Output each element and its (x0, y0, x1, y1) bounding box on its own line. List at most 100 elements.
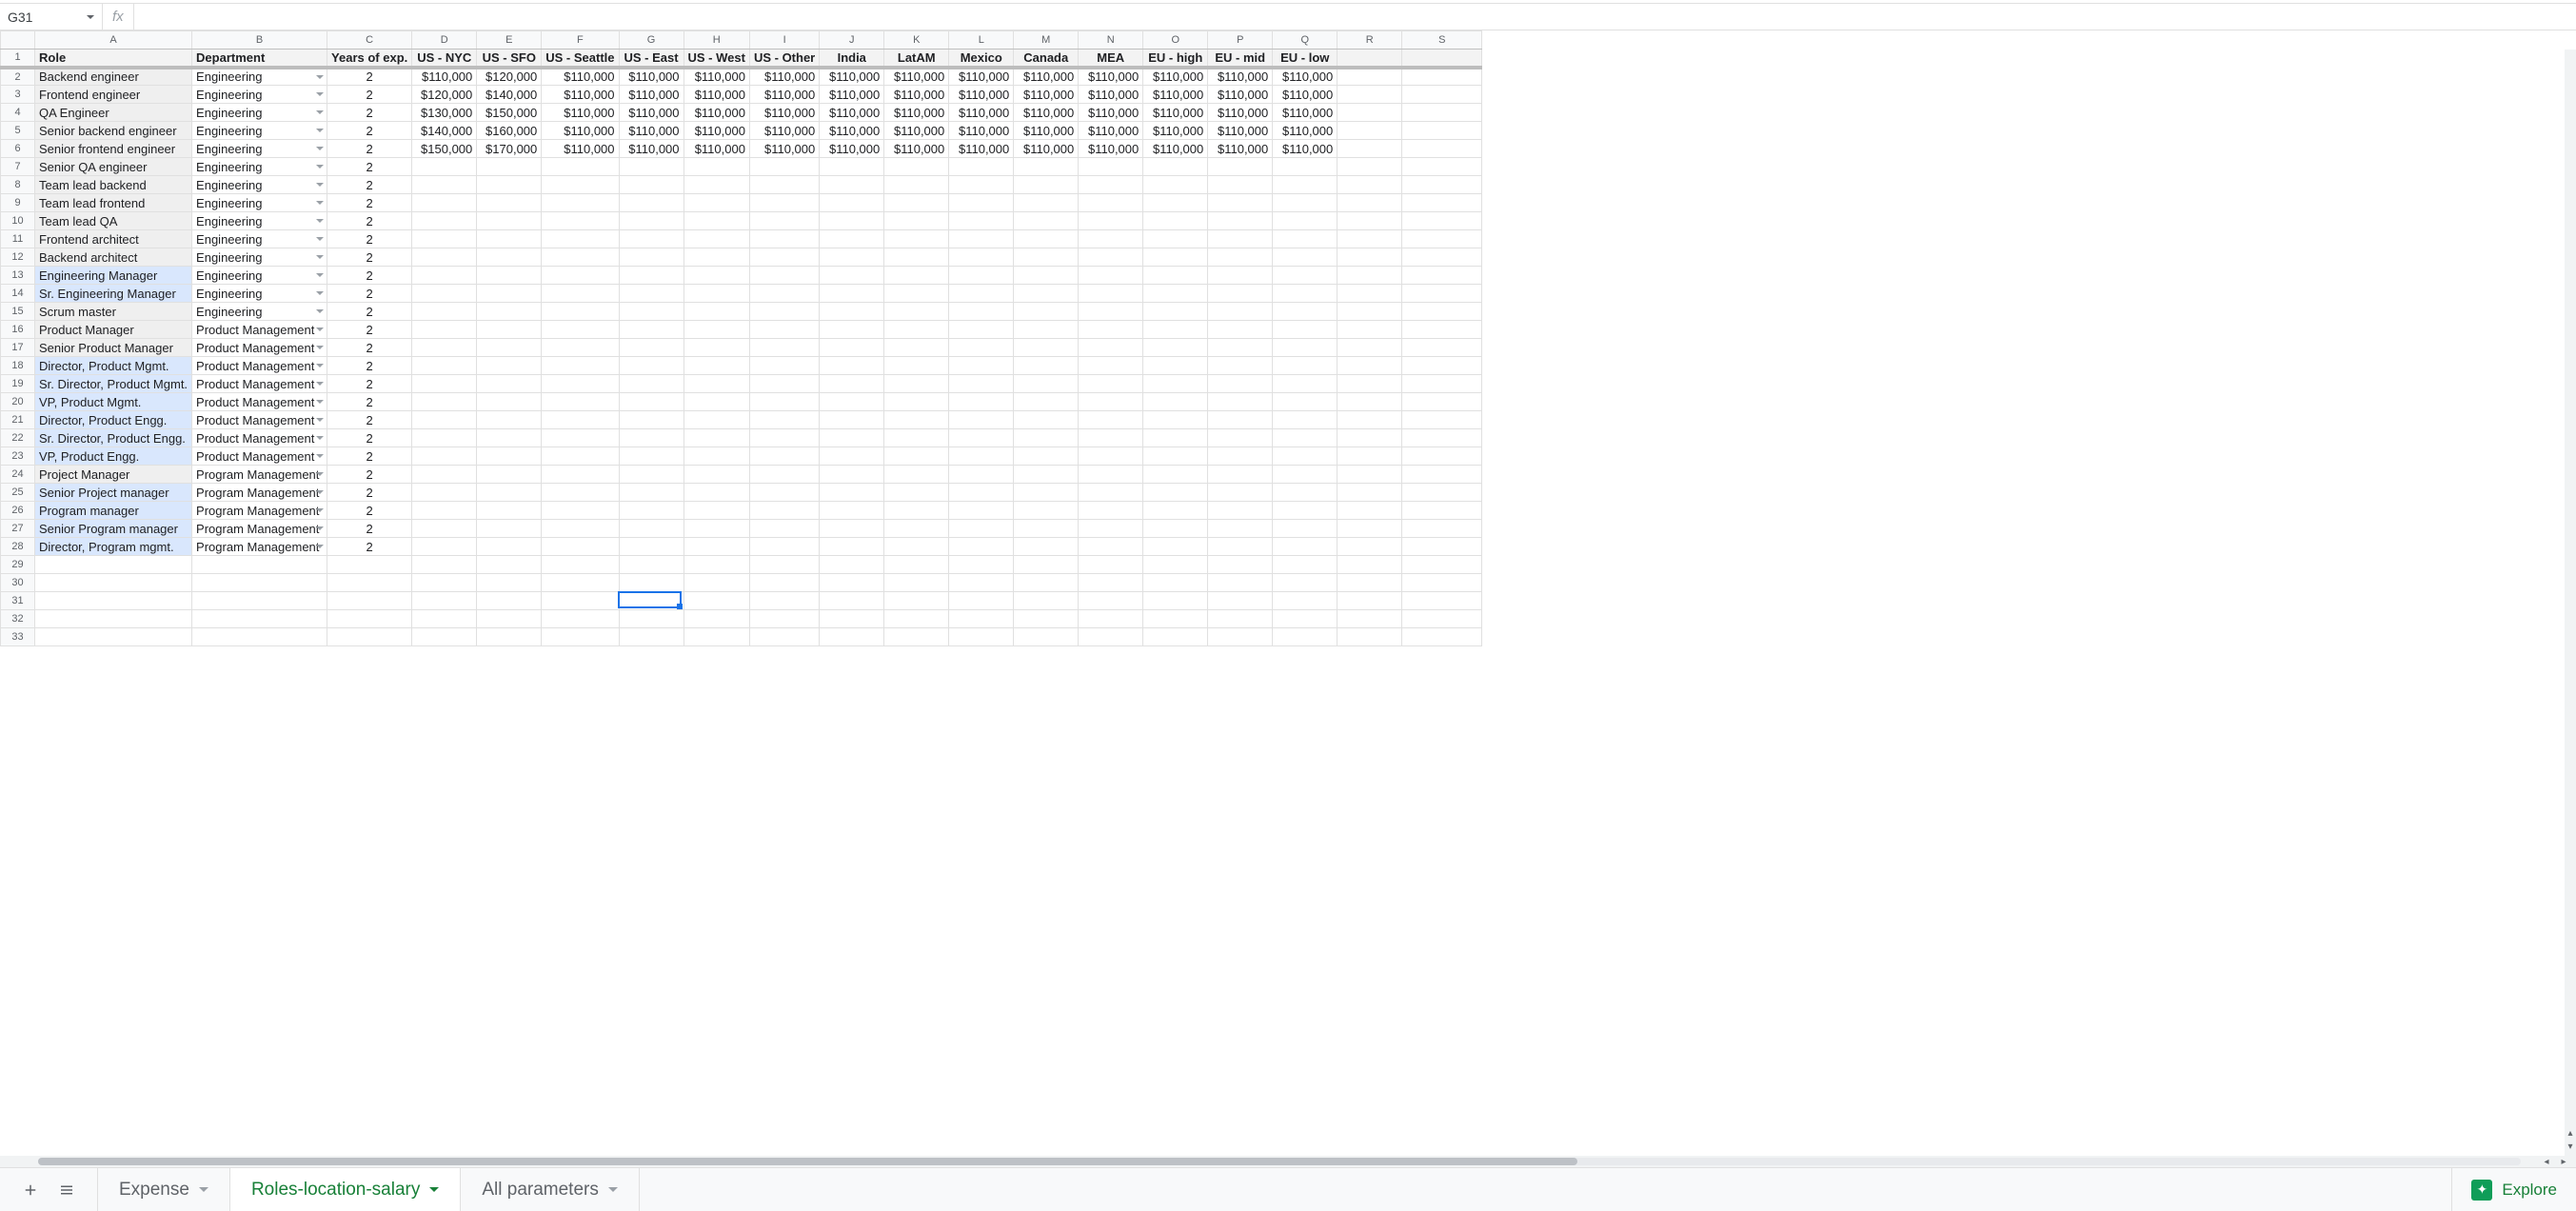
role-cell[interactable]: Sr. Engineering Manager (35, 285, 192, 303)
salary-cell[interactable]: $110,000 (749, 122, 819, 140)
chevron-down-icon[interactable] (316, 237, 324, 241)
all-sheets-button[interactable] (57, 1181, 76, 1200)
salary-cell[interactable] (1079, 267, 1143, 285)
empty-cell[interactable] (1143, 628, 1208, 646)
salary-cell[interactable] (749, 484, 819, 502)
empty-cell[interactable] (749, 610, 819, 628)
role-cell[interactable]: Team lead frontend (35, 194, 192, 212)
column-header-J[interactable]: J (820, 31, 884, 50)
salary-cell[interactable] (1402, 158, 1482, 176)
salary-cell[interactable] (619, 321, 684, 339)
salary-cell[interactable] (1143, 158, 1208, 176)
salary-cell[interactable]: $110,000 (1143, 104, 1208, 122)
years-cell[interactable]: 2 (327, 429, 412, 447)
salary-cell[interactable] (820, 466, 884, 484)
salary-cell[interactable] (1208, 375, 1273, 393)
chevron-down-icon[interactable] (316, 219, 324, 223)
salary-cell[interactable] (820, 502, 884, 520)
salary-cell[interactable] (412, 339, 477, 357)
salary-cell[interactable] (949, 520, 1014, 538)
salary-cell[interactable] (1014, 212, 1079, 230)
chevron-down-icon[interactable] (316, 129, 324, 132)
salary-cell[interactable] (1208, 447, 1273, 466)
empty-cell[interactable] (1143, 592, 1208, 610)
select-all-corner[interactable] (1, 31, 35, 50)
salary-cell[interactable] (749, 466, 819, 484)
salary-cell[interactable] (619, 230, 684, 248)
salary-cell[interactable] (1014, 339, 1079, 357)
salary-cell[interactable] (542, 484, 619, 502)
salary-cell[interactable] (1402, 393, 1482, 411)
chevron-down-icon[interactable] (316, 273, 324, 277)
salary-cell[interactable] (542, 194, 619, 212)
salary-cell[interactable] (949, 321, 1014, 339)
salary-cell[interactable] (1143, 176, 1208, 194)
department-cell[interactable]: Product Management (192, 393, 327, 411)
salary-cell[interactable]: $110,000 (1079, 86, 1143, 104)
years-cell[interactable]: 2 (327, 194, 412, 212)
salary-cell[interactable] (542, 538, 619, 556)
empty-cell[interactable] (949, 556, 1014, 574)
empty-cell[interactable] (412, 556, 477, 574)
salary-cell[interactable] (684, 176, 749, 194)
years-cell[interactable]: 2 (327, 321, 412, 339)
empty-cell[interactable] (1014, 628, 1079, 646)
salary-cell[interactable] (749, 411, 819, 429)
salary-cell[interactable] (412, 267, 477, 285)
salary-cell[interactable] (820, 194, 884, 212)
salary-cell[interactable] (1273, 429, 1338, 447)
salary-cell[interactable] (1143, 339, 1208, 357)
row-header-12[interactable]: 12 (1, 248, 35, 267)
department-cell[interactable]: Engineering (192, 122, 327, 140)
salary-cell[interactable] (1208, 339, 1273, 357)
empty-cell[interactable] (1273, 592, 1338, 610)
role-cell[interactable]: Senior backend engineer (35, 122, 192, 140)
salary-cell[interactable] (1208, 194, 1273, 212)
role-cell[interactable]: Engineering Manager (35, 267, 192, 285)
salary-cell[interactable] (949, 411, 1014, 429)
salary-cell[interactable] (1079, 393, 1143, 411)
salary-cell[interactable] (1402, 447, 1482, 466)
empty-cell[interactable] (749, 556, 819, 574)
salary-cell[interactable] (949, 339, 1014, 357)
salary-cell[interactable]: $110,000 (1079, 68, 1143, 86)
salary-cell[interactable] (1014, 502, 1079, 520)
salary-cell[interactable] (542, 466, 619, 484)
salary-cell[interactable]: $110,000 (1273, 68, 1338, 86)
salary-cell[interactable] (477, 466, 542, 484)
empty-cell[interactable] (412, 628, 477, 646)
empty-cell[interactable] (749, 628, 819, 646)
years-cell[interactable]: 2 (327, 176, 412, 194)
salary-cell[interactable] (1338, 502, 1402, 520)
salary-cell[interactable] (1273, 484, 1338, 502)
empty-cell[interactable] (192, 628, 327, 646)
salary-cell[interactable] (684, 447, 749, 466)
salary-cell[interactable] (1338, 447, 1402, 466)
department-cell[interactable]: Product Management (192, 357, 327, 375)
salary-cell[interactable] (1143, 538, 1208, 556)
department-cell[interactable]: Engineering (192, 230, 327, 248)
empty-cell[interactable] (35, 610, 192, 628)
empty-cell[interactable] (1273, 610, 1338, 628)
salary-cell[interactable] (619, 393, 684, 411)
salary-cell[interactable] (820, 248, 884, 267)
salary-cell[interactable] (1273, 375, 1338, 393)
salary-cell[interactable] (884, 285, 949, 303)
empty-cell[interactable] (1338, 556, 1402, 574)
salary-cell[interactable] (820, 303, 884, 321)
salary-cell[interactable] (1273, 194, 1338, 212)
salary-cell[interactable] (619, 158, 684, 176)
salary-cell[interactable]: $170,000 (477, 140, 542, 158)
salary-cell[interactable] (1079, 339, 1143, 357)
department-cell[interactable]: Product Management (192, 375, 327, 393)
row-header-16[interactable]: 16 (1, 321, 35, 339)
salary-cell[interactable] (1014, 267, 1079, 285)
salary-cell[interactable] (884, 502, 949, 520)
salary-cell[interactable] (477, 411, 542, 429)
salary-cell[interactable] (1208, 484, 1273, 502)
salary-cell[interactable] (1208, 502, 1273, 520)
chevron-down-icon[interactable] (316, 346, 324, 349)
role-cell[interactable]: Team lead QA (35, 212, 192, 230)
salary-cell[interactable] (684, 303, 749, 321)
department-cell[interactable]: Product Management (192, 339, 327, 357)
